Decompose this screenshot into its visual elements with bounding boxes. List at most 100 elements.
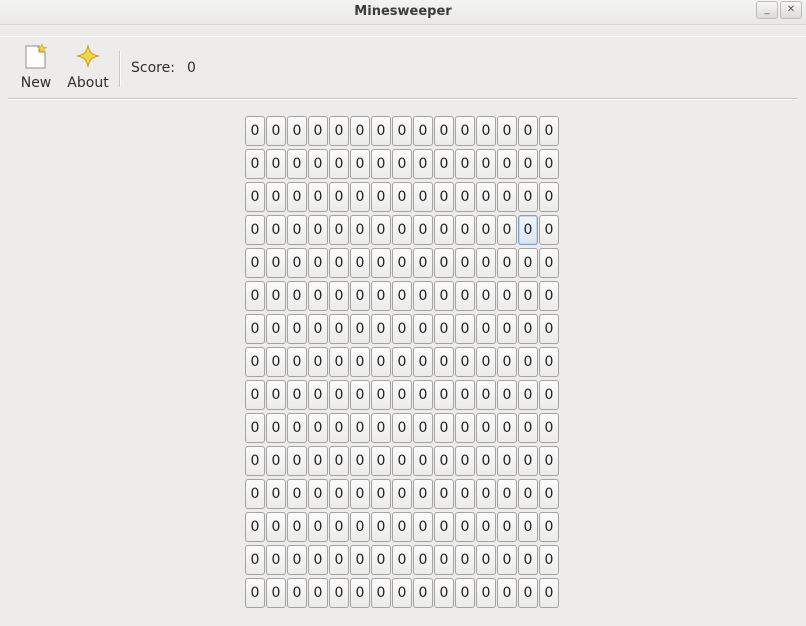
mine-cell[interactable]: 0 xyxy=(518,479,538,509)
mine-cell[interactable]: 0 xyxy=(497,446,517,476)
mine-cell[interactable]: 0 xyxy=(266,281,286,311)
mine-cell[interactable]: 0 xyxy=(287,545,307,575)
mine-cell[interactable]: 0 xyxy=(266,380,286,410)
mine-cell[interactable]: 0 xyxy=(329,545,349,575)
mine-cell[interactable]: 0 xyxy=(476,215,496,245)
mine-cell[interactable]: 0 xyxy=(413,116,433,146)
mine-cell[interactable]: 0 xyxy=(371,182,391,212)
mine-cell[interactable]: 0 xyxy=(287,149,307,179)
mine-cell[interactable]: 0 xyxy=(497,116,517,146)
mine-cell[interactable]: 0 xyxy=(497,512,517,542)
mine-cell[interactable]: 0 xyxy=(413,215,433,245)
mine-cell[interactable]: 0 xyxy=(455,248,475,278)
mine-cell[interactable]: 0 xyxy=(518,512,538,542)
mine-cell[interactable]: 0 xyxy=(287,116,307,146)
mine-cell[interactable]: 0 xyxy=(455,281,475,311)
mine-cell[interactable]: 0 xyxy=(392,512,412,542)
mine-cell[interactable]: 0 xyxy=(329,380,349,410)
mine-cell[interactable]: 0 xyxy=(518,281,538,311)
mine-cell[interactable]: 0 xyxy=(350,479,370,509)
mine-cell[interactable]: 0 xyxy=(434,149,454,179)
mine-cell[interactable]: 0 xyxy=(518,215,538,245)
mine-cell[interactable]: 0 xyxy=(266,413,286,443)
mine-cell[interactable]: 0 xyxy=(308,446,328,476)
minimize-button[interactable]: _ xyxy=(756,1,778,19)
mine-cell[interactable]: 0 xyxy=(287,314,307,344)
mine-cell[interactable]: 0 xyxy=(518,380,538,410)
mine-cell[interactable]: 0 xyxy=(245,446,265,476)
mine-cell[interactable]: 0 xyxy=(497,578,517,608)
mine-cell[interactable]: 0 xyxy=(308,281,328,311)
mine-cell[interactable]: 0 xyxy=(518,116,538,146)
mine-cell[interactable]: 0 xyxy=(371,545,391,575)
new-game-button[interactable]: New xyxy=(16,37,56,97)
mine-cell[interactable]: 0 xyxy=(413,347,433,377)
mine-cell[interactable]: 0 xyxy=(539,347,559,377)
mine-cell[interactable]: 0 xyxy=(287,446,307,476)
mine-cell[interactable]: 0 xyxy=(413,479,433,509)
mine-cell[interactable]: 0 xyxy=(392,248,412,278)
mine-cell[interactable]: 0 xyxy=(350,116,370,146)
mine-cell[interactable]: 0 xyxy=(476,545,496,575)
mine-cell[interactable]: 0 xyxy=(455,578,475,608)
mine-cell[interactable]: 0 xyxy=(371,116,391,146)
mine-cell[interactable]: 0 xyxy=(287,479,307,509)
mine-cell[interactable]: 0 xyxy=(371,413,391,443)
mine-cell[interactable]: 0 xyxy=(434,116,454,146)
mine-cell[interactable]: 0 xyxy=(539,446,559,476)
mine-cell[interactable]: 0 xyxy=(350,182,370,212)
mine-cell[interactable]: 0 xyxy=(518,182,538,212)
mine-cell[interactable]: 0 xyxy=(371,479,391,509)
mine-cell[interactable]: 0 xyxy=(476,413,496,443)
mine-cell[interactable]: 0 xyxy=(329,512,349,542)
mine-cell[interactable]: 0 xyxy=(539,479,559,509)
mine-cell[interactable]: 0 xyxy=(476,479,496,509)
mine-cell[interactable]: 0 xyxy=(329,314,349,344)
mine-cell[interactable]: 0 xyxy=(308,380,328,410)
mine-cell[interactable]: 0 xyxy=(497,248,517,278)
mine-cell[interactable]: 0 xyxy=(371,512,391,542)
mine-cell[interactable]: 0 xyxy=(287,413,307,443)
mine-cell[interactable]: 0 xyxy=(245,116,265,146)
mine-cell[interactable]: 0 xyxy=(476,116,496,146)
mine-cell[interactable]: 0 xyxy=(266,512,286,542)
mine-cell[interactable]: 0 xyxy=(266,545,286,575)
mine-cell[interactable]: 0 xyxy=(518,347,538,377)
mine-cell[interactable]: 0 xyxy=(413,149,433,179)
mine-cell[interactable]: 0 xyxy=(329,215,349,245)
mine-cell[interactable]: 0 xyxy=(350,281,370,311)
mine-cell[interactable]: 0 xyxy=(539,149,559,179)
mine-cell[interactable]: 0 xyxy=(371,314,391,344)
mine-cell[interactable]: 0 xyxy=(434,380,454,410)
mine-cell[interactable]: 0 xyxy=(518,149,538,179)
mine-cell[interactable]: 0 xyxy=(350,578,370,608)
mine-cell[interactable]: 0 xyxy=(455,347,475,377)
mine-cell[interactable]: 0 xyxy=(476,248,496,278)
mine-cell[interactable]: 0 xyxy=(245,479,265,509)
mine-cell[interactable]: 0 xyxy=(413,314,433,344)
mine-cell[interactable]: 0 xyxy=(413,512,433,542)
mine-cell[interactable]: 0 xyxy=(329,446,349,476)
mine-cell[interactable]: 0 xyxy=(455,479,475,509)
mine-cell[interactable]: 0 xyxy=(434,578,454,608)
mine-cell[interactable]: 0 xyxy=(518,314,538,344)
mine-cell[interactable]: 0 xyxy=(245,314,265,344)
mine-cell[interactable]: 0 xyxy=(287,248,307,278)
mine-cell[interactable]: 0 xyxy=(308,512,328,542)
mine-cell[interactable]: 0 xyxy=(392,446,412,476)
mine-cell[interactable]: 0 xyxy=(329,578,349,608)
mine-cell[interactable]: 0 xyxy=(350,215,370,245)
mine-cell[interactable]: 0 xyxy=(413,281,433,311)
mine-cell[interactable]: 0 xyxy=(308,314,328,344)
mine-cell[interactable]: 0 xyxy=(392,314,412,344)
mine-cell[interactable]: 0 xyxy=(350,314,370,344)
mine-cell[interactable]: 0 xyxy=(266,182,286,212)
mine-cell[interactable]: 0 xyxy=(455,413,475,443)
mine-cell[interactable]: 0 xyxy=(497,215,517,245)
mine-cell[interactable]: 0 xyxy=(266,347,286,377)
mine-cell[interactable]: 0 xyxy=(434,446,454,476)
mine-cell[interactable]: 0 xyxy=(266,215,286,245)
mine-cell[interactable]: 0 xyxy=(329,413,349,443)
mine-cell[interactable]: 0 xyxy=(539,116,559,146)
mine-cell[interactable]: 0 xyxy=(455,314,475,344)
